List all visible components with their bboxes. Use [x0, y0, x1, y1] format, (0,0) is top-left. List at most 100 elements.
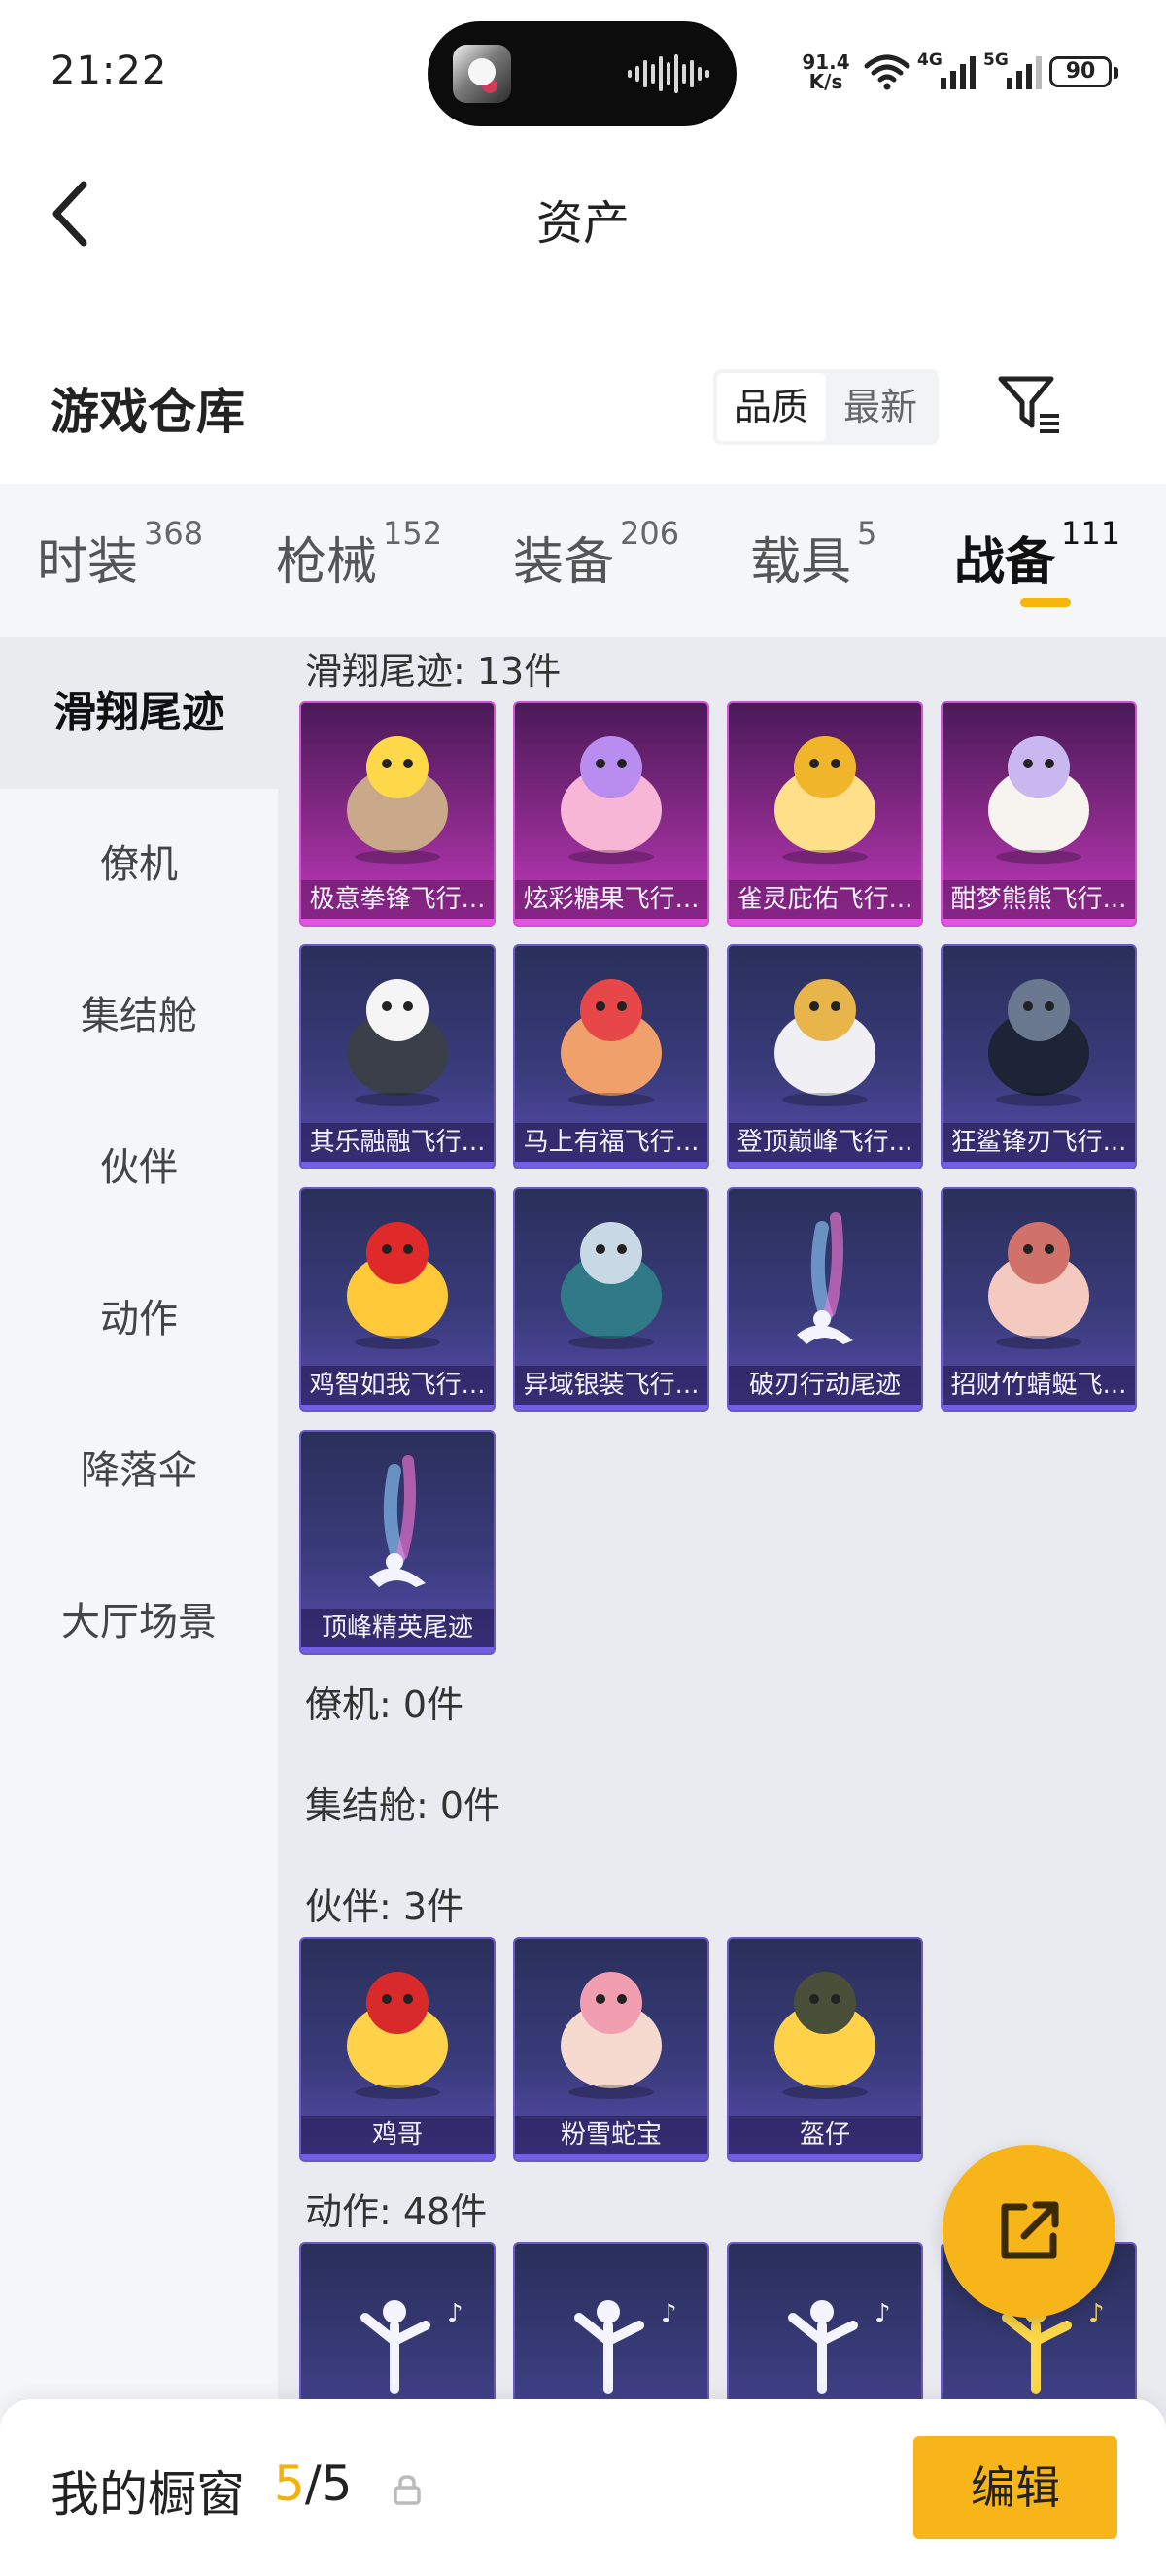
lock-icon: [394, 2475, 421, 2505]
item-name: 雀灵庇佑飞行...: [729, 880, 921, 919]
tab-vehicles[interactable]: 载具 5: [750, 515, 876, 593]
sidebar-item-lobby-scene[interactable]: 大厅场景: [0, 1546, 278, 1698]
group-title: 滑翔尾迹: 13件: [305, 650, 562, 693]
showcase-separator: /: [304, 2456, 322, 2512]
dance-icon: ♪: [360, 2299, 463, 2394]
item-name: 狂鲨锋刃飞行...: [943, 1123, 1135, 1162]
tab-label: 枪械: [276, 533, 378, 592]
group-title: 动作: 48件: [305, 2190, 488, 2233]
item-name: 破刃行动尾迹: [729, 1366, 921, 1405]
item-card[interactable]: 马上有福飞行...: [513, 944, 709, 1169]
sidebar: 滑翔尾迹 僚机 集结舱 伙伴 动作 降落伞 大厅场景: [0, 637, 278, 2576]
group-title: 集结舱: 0件: [305, 1784, 501, 1827]
svg-text:♪: ♪: [661, 2299, 677, 2328]
snake-doll-icon: [561, 1972, 662, 2099]
status-time: 21:22: [51, 49, 168, 93]
sidebar-item-wingman[interactable]: 僚机: [0, 789, 278, 940]
sim2-label: 5G: [983, 51, 1009, 70]
net-speed-unit: K/s: [808, 70, 843, 93]
sidebar-item-assembly-pod[interactable]: 集结舱: [0, 940, 278, 1092]
sidebar-item-parachute[interactable]: 降落伞: [0, 1395, 278, 1546]
svg-text:♪: ♪: [447, 2299, 463, 2328]
propeller-cat-icon: [988, 1222, 1089, 1349]
wings-icon: [561, 1222, 662, 1349]
item-name: 炫彩糖果飞行...: [515, 880, 707, 919]
item-card[interactable]: 顶峰精英尾迹: [299, 1430, 496, 1655]
status-bar: 21:22 91.4 K/s 4G 5G 90: [0, 0, 1166, 146]
chicken-icon: [347, 1222, 448, 1349]
item-name: 顶峰精英尾迹: [301, 1609, 494, 1647]
active-tab-indicator: [1020, 598, 1071, 607]
item-name: 异域银装飞行...: [515, 1366, 707, 1405]
tab-count: 5: [857, 515, 877, 552]
battery-icon: 90: [1049, 56, 1118, 87]
item-name: 其乐融融飞行...: [301, 1123, 494, 1162]
showcase-count: 5/5: [274, 2456, 352, 2512]
net-speed-value: 91.4: [802, 51, 850, 74]
audio-wave-icon: [628, 54, 709, 93]
item-card[interactable]: 异域银装飞行...: [513, 1187, 709, 1412]
signal-4g-icon: 4G: [917, 51, 981, 91]
item-card[interactable]: 粉雪蛇宝: [513, 1937, 709, 2162]
sort-toggle: 品质 最新: [713, 369, 939, 445]
svg-text:♪: ♪: [1088, 2299, 1105, 2328]
item-card[interactable]: 狂鲨锋刃飞行...: [941, 944, 1137, 1169]
item-name: 登顶巅峰飞行...: [729, 1123, 921, 1162]
sidebar-item-emote[interactable]: 动作: [0, 1243, 278, 1395]
item-card[interactable]: 雀灵庇佑飞行...: [727, 701, 923, 927]
item-name: 鸡哥: [301, 2116, 494, 2154]
tab-count: 152: [383, 515, 443, 552]
share-icon: [1001, 2201, 1059, 2259]
item-card[interactable]: 登顶巅峰飞行...: [727, 944, 923, 1169]
item-card[interactable]: 炫彩糖果飞行...: [513, 701, 709, 927]
chicken-sunglasses-icon: [347, 1972, 448, 2099]
page-title: 资产: [535, 196, 630, 251]
tab-label: 载具: [750, 533, 852, 592]
candy-icon: [561, 736, 662, 864]
tab-equipment[interactable]: 装备 206: [513, 515, 679, 593]
sort-quality-button[interactable]: 品质: [717, 373, 826, 441]
item-card[interactable]: 招财竹蜻蜓飞...: [941, 1187, 1137, 1412]
sim1-label: 4G: [917, 51, 943, 70]
item-card[interactable]: 破刃行动尾迹: [727, 1187, 923, 1412]
dance-icon: ♪: [788, 2299, 891, 2394]
tab-count: 111: [1061, 515, 1121, 552]
showcase-bar: 我的橱窗 5/5 编辑: [0, 2399, 1166, 2576]
net-speed: 91.4 K/s: [799, 52, 853, 91]
showcase-label: 我的橱窗: [51, 2466, 245, 2523]
item-name: 极意拳锋飞行...: [301, 880, 494, 919]
sidebar-item-glide-trail[interactable]: 滑翔尾迹: [0, 637, 278, 789]
tab-fashion[interactable]: 时装 368: [37, 515, 203, 593]
dynamic-island[interactable]: [428, 21, 737, 126]
tab-label: 装备: [513, 533, 615, 592]
share-button[interactable]: [943, 2145, 1115, 2318]
status-icons: 91.4 K/s 4G 5G 90: [799, 47, 1129, 105]
item-name: 盔仔: [729, 2116, 921, 2154]
sleepy-bear-icon: [988, 736, 1089, 864]
tab-count: 368: [144, 515, 204, 552]
item-name: 招财竹蜻蜓飞...: [943, 1366, 1135, 1405]
tab-guns[interactable]: 枪械 152: [276, 515, 442, 593]
signal-5g-icon: 5G: [983, 51, 1047, 91]
sidebar-item-partner[interactable]: 伙伴: [0, 1092, 278, 1243]
penguin-icon: [347, 979, 448, 1106]
horse-icon: [561, 979, 662, 1106]
filter-icon[interactable]: [995, 369, 1065, 439]
tab-label: 时装: [37, 533, 139, 592]
item-card[interactable]: 鸡智如我飞行...: [299, 1187, 496, 1412]
edit-button[interactable]: 编辑: [913, 2436, 1117, 2539]
tab-count: 206: [620, 515, 680, 552]
tab-battle-gear[interactable]: 战备 111: [954, 515, 1120, 593]
item-card[interactable]: 极意拳锋飞行...: [299, 701, 496, 927]
item-card[interactable]: 鸡哥: [299, 1937, 496, 2162]
smoke-trail-icon: [797, 1212, 853, 1344]
svg-text:♪: ♪: [874, 2299, 891, 2328]
group-title: 伙伴: 3件: [305, 1885, 464, 1928]
shark-icon: [988, 979, 1089, 1106]
sort-latest-button[interactable]: 最新: [826, 373, 935, 441]
item-card[interactable]: 其乐融融飞行...: [299, 944, 496, 1169]
warehouse-title: 游戏仓库: [51, 384, 245, 440]
item-card[interactable]: 酣梦熊熊飞行...: [941, 701, 1137, 927]
smoke-trail-icon: [369, 1455, 426, 1587]
item-card[interactable]: 盔仔: [727, 1937, 923, 2162]
